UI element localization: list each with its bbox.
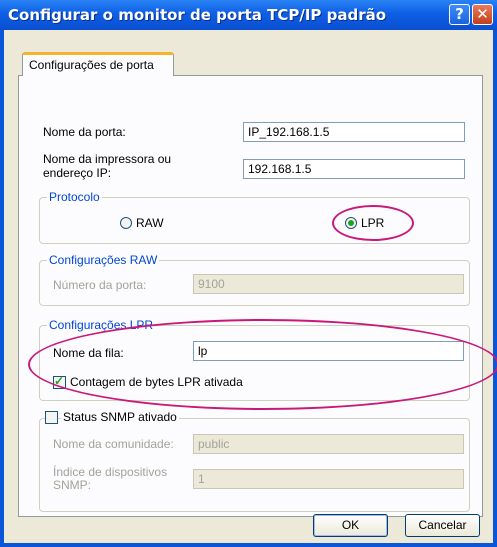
snmp-status-checkbox[interactable] <box>45 411 58 424</box>
dialog-client-area: Configurações de porta Nome da porta: IP… <box>4 30 497 543</box>
raw-radio-label[interactable]: RAW <box>136 216 164 230</box>
printer-ip-label-line2: endereço IP: <box>43 166 112 180</box>
dialog-title: Configurar o monitor de porta TCP/IP pad… <box>8 6 387 24</box>
cancel-button[interactable]: Cancelar <box>405 514 480 537</box>
snmp-status-label[interactable]: Status SNMP ativado <box>61 410 179 424</box>
printer-ip-field[interactable]: 192.168.1.5 <box>243 159 465 179</box>
raw-port-number-field[interactable]: 9100 <box>193 274 464 294</box>
tab-panel: Nome da porta: IP_192.168.1.5 Nome da im… <box>18 75 497 517</box>
tab-port-settings[interactable]: Configurações de porta <box>22 52 174 76</box>
snmp-device-index-label-line1: Índice de dispositivos <box>53 465 168 479</box>
lpr-highlight-annotation <box>332 205 414 241</box>
snmp-community-field[interactable]: public <box>193 434 464 454</box>
snmp-device-index-label-line2: SNMP: <box>53 478 92 492</box>
port-name-field[interactable]: IP_192.168.1.5 <box>243 122 465 142</box>
title-bar[interactable]: Configurar o monitor de porta TCP/IP pad… <box>0 0 497 30</box>
snmp-community-label: Nome da comunidade: <box>53 437 174 451</box>
raw-settings-legend: Configurações RAW <box>47 253 160 267</box>
dialog-window: Configurar o monitor de porta TCP/IP pad… <box>0 0 497 547</box>
ok-button[interactable]: OK <box>313 514 388 537</box>
snmp-device-index-field[interactable]: 1 <box>193 469 464 489</box>
raw-port-number-label: Número da porta: <box>53 278 147 292</box>
printer-ip-label-line1: Nome da impressora ou <box>43 152 172 166</box>
raw-radio[interactable] <box>120 217 132 229</box>
protocol-legend: Protocolo <box>47 190 102 204</box>
lpr-highlight-annotation-large <box>28 319 497 410</box>
close-button[interactable]: ✕ <box>472 4 493 25</box>
help-button[interactable]: ? <box>449 4 470 25</box>
port-name-label: Nome da porta: <box>43 125 126 139</box>
